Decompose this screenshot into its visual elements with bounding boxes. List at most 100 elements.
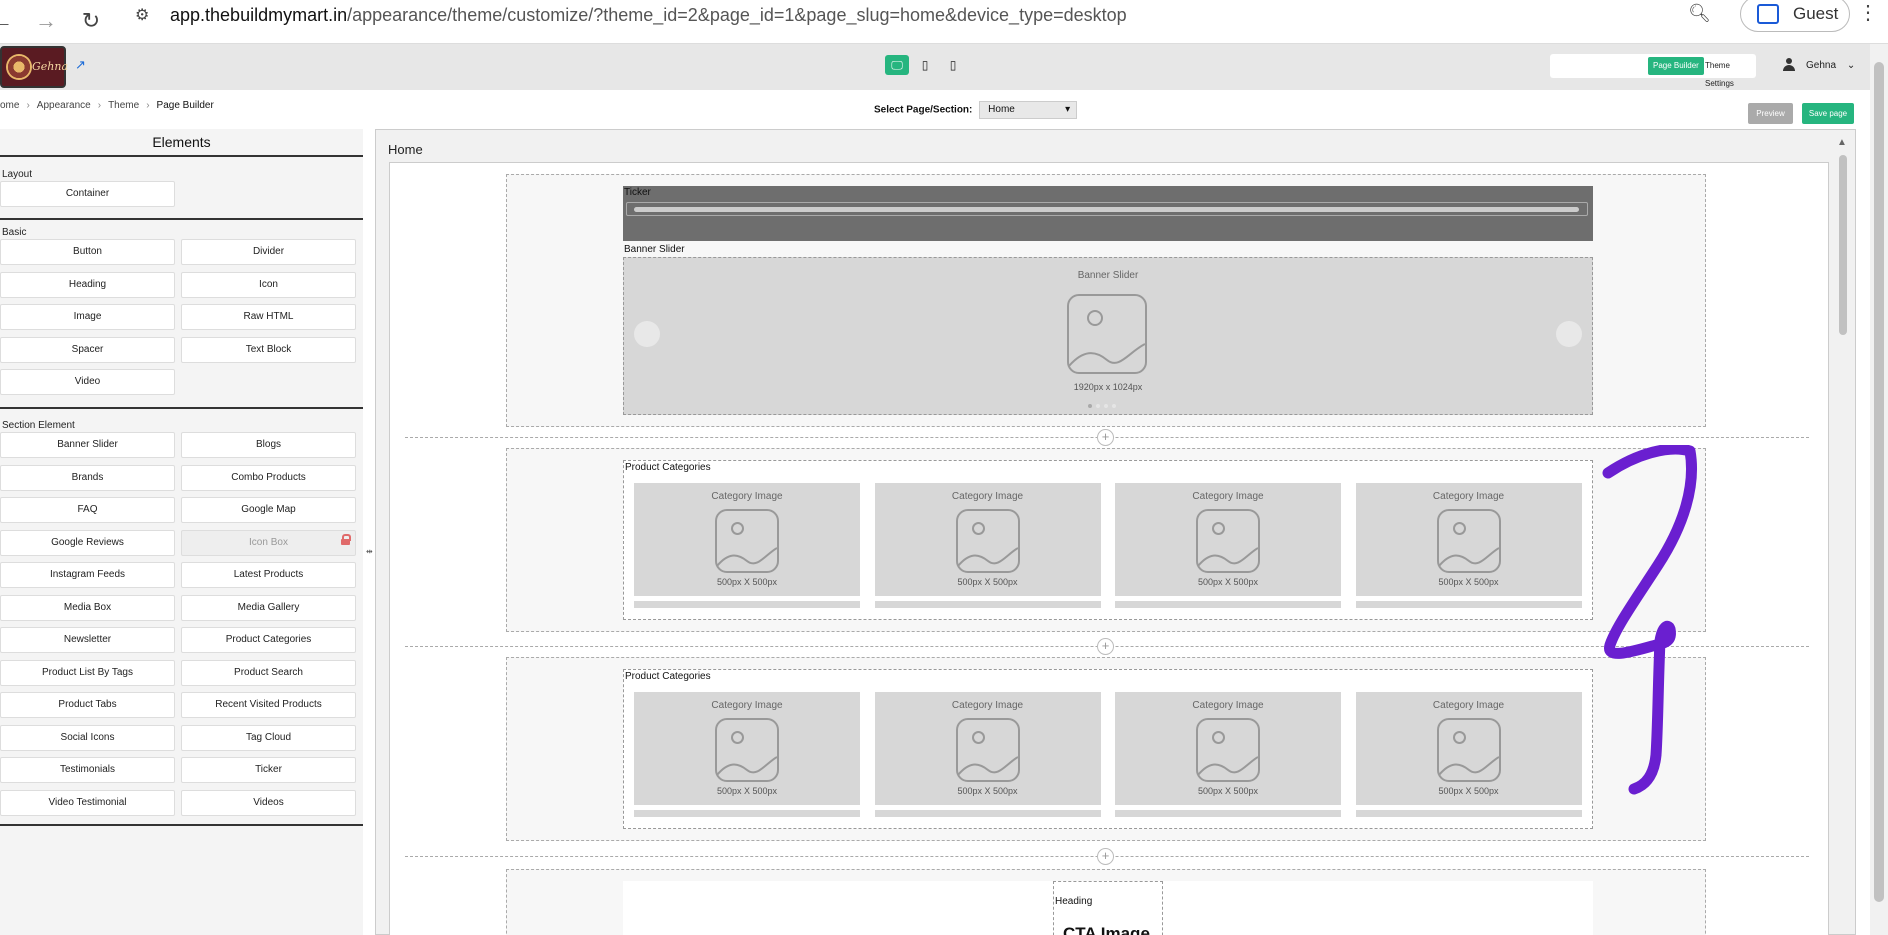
user-icon	[1782, 58, 1796, 72]
group-divider	[0, 824, 363, 826]
element-faq-button[interactable]: FAQ	[0, 497, 175, 523]
category-card[interactable]: Category Image 500px X 500px	[1115, 692, 1341, 805]
category-card[interactable]: Category Image 500px X 500px	[1355, 483, 1582, 596]
browser-menu-icon[interactable]: ⋮	[1858, 0, 1878, 25]
element-video-button[interactable]: Video	[0, 369, 175, 395]
slider-dot[interactable]	[1096, 404, 1100, 408]
element-google-reviews-button[interactable]: Google Reviews	[0, 530, 175, 556]
product-categories-block[interactable]: Product Categories Category Image 500px X …	[623, 460, 1593, 620]
chevron-down-icon: ▾	[1065, 104, 1071, 115]
page-select[interactable]: Home ▾	[979, 101, 1078, 119]
element-google-map-button[interactable]: Google Map	[181, 497, 356, 523]
window-scrollbar-thumb[interactable]	[1874, 62, 1884, 902]
cta-block[interactable]: Heading CTA Image	[623, 881, 1593, 935]
element-media-gallery-button[interactable]: Media Gallery	[181, 595, 356, 621]
element-testimonials-button[interactable]: Testimonials	[0, 757, 175, 783]
tablet-icon[interactable]: ▯	[913, 55, 937, 75]
image-placeholder-icon	[955, 509, 1020, 573]
page-builder-button[interactable]: Page Builder	[1648, 57, 1704, 75]
element-spacer-button[interactable]: Spacer	[0, 337, 175, 363]
back-icon[interactable]: ←	[0, 6, 18, 36]
category-card[interactable]: Category Image 500px X 500px	[1355, 692, 1582, 805]
element-brands-button[interactable]: Brands	[0, 465, 175, 491]
element-image-button[interactable]: Image	[0, 304, 175, 330]
category-card[interactable]: Category Image 500px X 500px	[634, 483, 860, 596]
scroll-up-icon[interactable]: ▲	[1837, 137, 1847, 148]
product-categories-block[interactable]: Product Categories Category Image 500px X …	[623, 669, 1593, 829]
breadcrumb-appearance[interactable]: Appearance	[37, 100, 91, 111]
canvas-scrollbar-thumb[interactable]	[1839, 155, 1847, 335]
add-section-icon[interactable]: +	[1097, 848, 1114, 865]
section-container[interactable]: Heading CTA Image	[506, 869, 1706, 935]
element-media-box-button[interactable]: Media Box	[0, 595, 175, 621]
element-button-button[interactable]: Button	[0, 239, 175, 265]
element-banner-slider-button[interactable]: Banner Slider	[0, 432, 175, 458]
section-container[interactable]: Product Categories Category Image 500px X …	[506, 657, 1706, 841]
window-scrollbar[interactable]	[1870, 44, 1888, 935]
element-recent-visited-products-button[interactable]: Recent Visited Products	[181, 692, 356, 718]
forward-icon[interactable]: →	[30, 6, 62, 36]
element-tag-cloud-button[interactable]: Tag Cloud	[181, 725, 356, 751]
zoom-icon[interactable]: 🔍︎	[1688, 3, 1711, 24]
category-image-size: 500px X 500px	[1197, 786, 1259, 796]
banner-slider-block[interactable]: Banner Slider 1920px x 1024px	[623, 257, 1593, 415]
element-text-block-button[interactable]: Text Block	[181, 337, 356, 363]
breadcrumb-theme[interactable]: Theme	[108, 100, 139, 111]
desktop-icon[interactable]: 🖵︎	[885, 55, 909, 75]
element-social-icons-button[interactable]: Social Icons	[0, 725, 175, 751]
profile-icon	[1757, 4, 1779, 24]
element-product-tabs-button[interactable]: Product Tabs	[0, 692, 175, 718]
element-divider-button[interactable]: Divider	[181, 239, 356, 265]
element-icon-box-button[interactable]: Icon Box	[181, 530, 356, 556]
element-icon-button[interactable]: Icon	[181, 272, 356, 298]
element-label: Social Icons	[60, 732, 115, 743]
element-heading-button[interactable]: Heading	[0, 272, 175, 298]
element-container-button[interactable]: Container	[0, 181, 175, 207]
theme-settings-button[interactable]: Theme Settings	[1701, 57, 1756, 88]
breadcrumb-home[interactable]: ome	[0, 100, 19, 111]
section-container[interactable]: Ticker Banner Slider Banner Slider 1920p…	[506, 174, 1706, 427]
element-product-categories-button[interactable]: Product Categories	[181, 627, 356, 653]
external-link-icon[interactable]: ↗	[75, 58, 89, 72]
profile-button[interactable]: Guest	[1740, 0, 1850, 32]
canvas-scrollbar[interactable]: ▲	[1834, 133, 1850, 933]
site-info-icon[interactable]: ⚙	[135, 5, 149, 25]
address-bar[interactable]: ⚙ app.thebuildmymart.in/appearance/theme…	[125, 1, 1725, 29]
element-product-search-button[interactable]: Product Search	[181, 660, 356, 686]
element-newsletter-button[interactable]: Newsletter	[0, 627, 175, 653]
add-section-icon[interactable]: +	[1097, 638, 1114, 655]
category-card[interactable]: Category Image 500px X 500px	[634, 692, 860, 805]
element-instagram-feeds-button[interactable]: Instagram Feeds	[0, 562, 175, 588]
user-menu[interactable]: Gehna ⌄	[1782, 56, 1862, 76]
category-card[interactable]: Category Image 500px X 500px	[874, 483, 1101, 596]
slider-next-button[interactable]	[1556, 321, 1582, 347]
element-blogs-button[interactable]: Blogs	[181, 432, 356, 458]
image-placeholder-icon	[1067, 294, 1147, 374]
category-card[interactable]: Category Image 500px X 500px	[1115, 483, 1341, 596]
element-combo-products-button[interactable]: Combo Products	[181, 465, 356, 491]
element-product-list-by-tags-button[interactable]: Product List By Tags	[0, 660, 175, 686]
ticker-track	[626, 202, 1588, 216]
save-page-button[interactable]: Save page	[1802, 103, 1854, 124]
element-ticker-button[interactable]: Ticker	[181, 757, 356, 783]
element-video-testimonial-button[interactable]: Video Testimonial	[0, 790, 175, 816]
slider-prev-button[interactable]	[634, 321, 660, 347]
reload-icon[interactable]: ↻	[75, 6, 107, 36]
add-section-icon[interactable]: +	[1097, 429, 1114, 446]
category-card[interactable]: Category Image 500px X 500px	[874, 692, 1101, 805]
page-select-value: Home	[988, 104, 1015, 115]
element-videos-button[interactable]: Videos	[181, 790, 356, 816]
ticker-block[interactable]: Ticker	[623, 186, 1593, 241]
heading-block[interactable]: Heading CTA Image	[1053, 881, 1163, 935]
slider-dot[interactable]	[1104, 404, 1108, 408]
section-container[interactable]: Product Categories Category Image 500px X …	[506, 448, 1706, 632]
panel-resize-handle[interactable]: ⇹	[366, 547, 373, 556]
slider-dot[interactable]	[1088, 404, 1092, 408]
mobile-icon[interactable]: ▯	[941, 55, 965, 75]
element-latest-products-button[interactable]: Latest Products	[181, 562, 356, 588]
store-logo[interactable]: Gehna	[0, 46, 68, 88]
image-placeholder-icon	[715, 509, 779, 573]
slider-dot[interactable]	[1112, 404, 1116, 408]
preview-button[interactable]: Preview	[1748, 103, 1793, 124]
element-raw-html-button[interactable]: Raw HTML	[181, 304, 356, 330]
